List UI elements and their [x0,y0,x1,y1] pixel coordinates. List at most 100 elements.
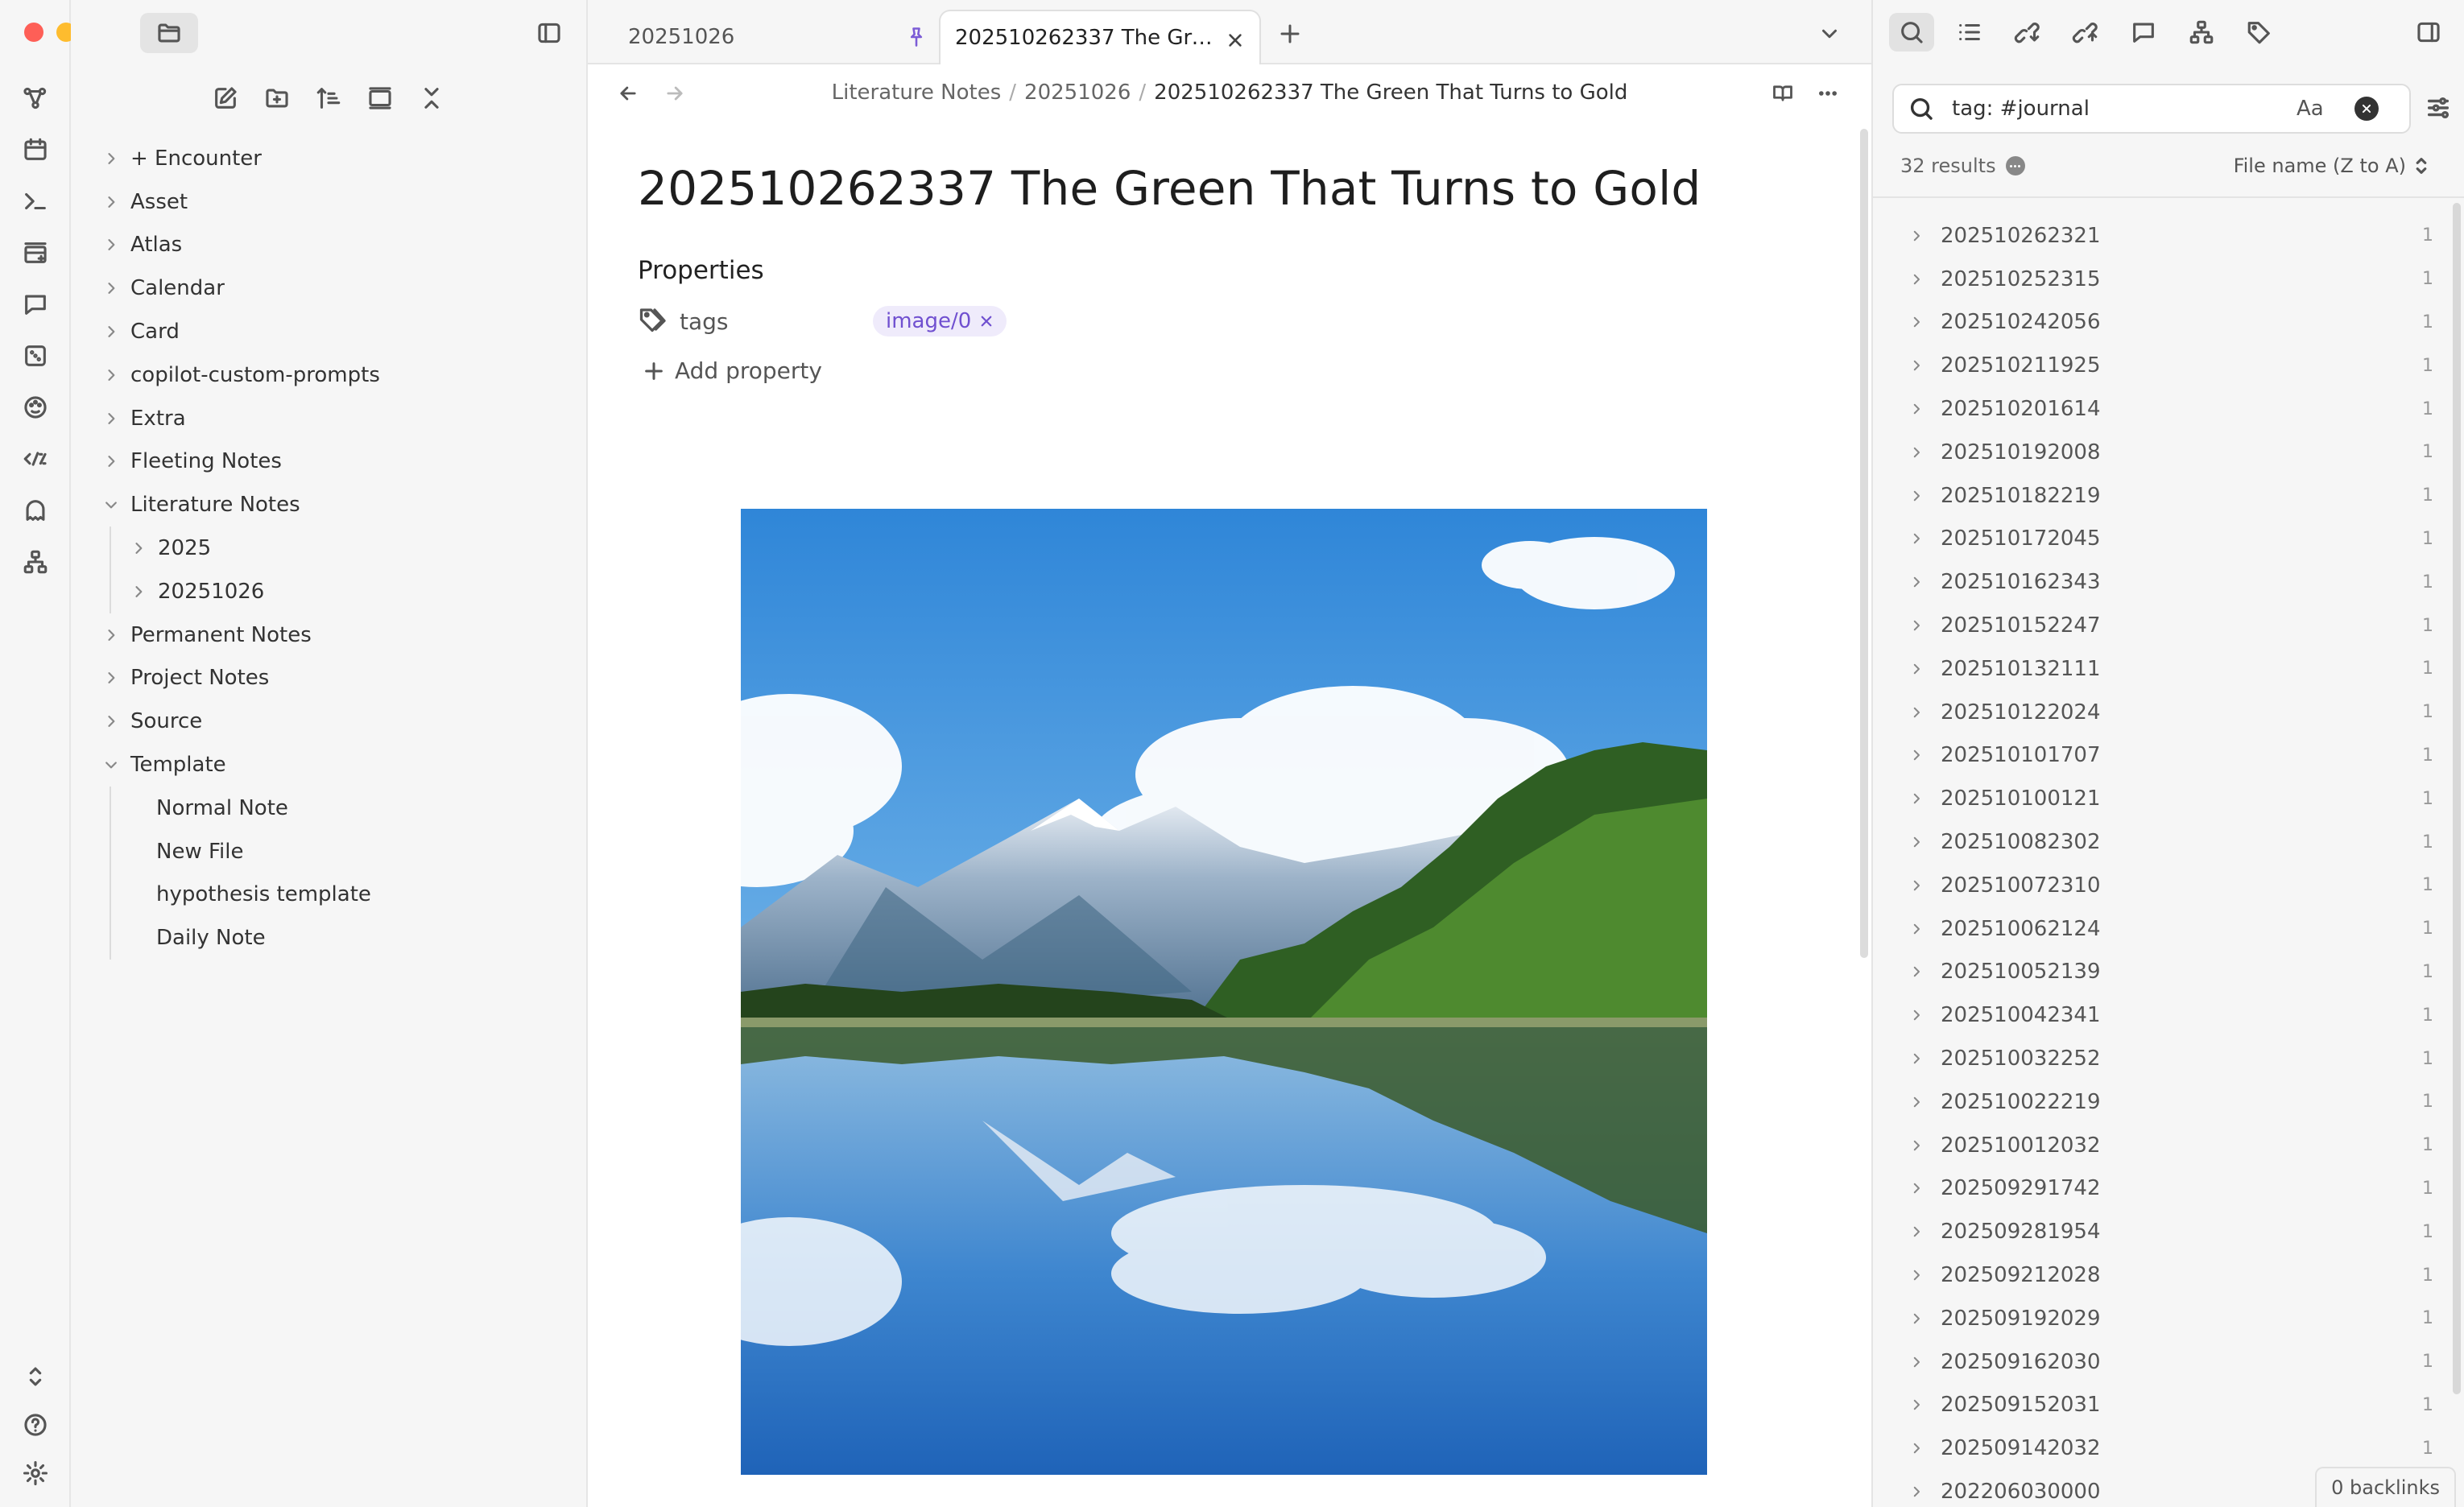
folder-item[interactable]: Literature Notes [71,483,586,526]
folder-item[interactable]: 20251026 [71,569,586,613]
search-input[interactable] [1952,97,2290,121]
outline-tab[interactable] [1947,13,1992,52]
search-result-item[interactable]: 202509291742 1 [1873,1167,2464,1211]
search-result-item[interactable]: 202510152247 1 [1873,604,2464,647]
chevron-right-icon[interactable] [1907,1395,1926,1414]
search-result-item[interactable]: 202510201614 1 [1873,387,2464,431]
file-item[interactable]: hypothesis template [71,873,586,917]
chevron-right-icon[interactable] [1907,270,1926,289]
folder-item[interactable]: Extra [71,397,586,440]
search-result-item[interactable]: 202510182219 1 [1873,474,2464,518]
chevron-right-icon[interactable] [1907,529,1926,548]
command-palette-button[interactable] [18,184,53,219]
search-result-item[interactable]: 202510042341 1 [1873,993,2464,1037]
folder-item[interactable]: Atlas [71,224,586,267]
comments-tab[interactable] [2121,13,2166,52]
chevron-right-icon[interactable] [1907,1482,1926,1501]
search-result-item[interactable]: 202510162343 1 [1873,560,2464,604]
file-item[interactable]: Normal Note [71,786,586,830]
search-result-item[interactable]: 202510082302 1 [1873,820,2464,864]
search-tab[interactable] [1889,13,1934,52]
file-item[interactable]: New File [71,829,586,873]
chevron-right-icon[interactable] [1907,486,1926,506]
more-options-button[interactable] [1810,76,1846,111]
structure-tab[interactable] [2179,13,2224,52]
auto-reveal-button[interactable] [362,79,398,118]
tags-tab[interactable] [2237,13,2282,52]
sort-order-select[interactable]: File name (Z to A) [2234,155,2429,177]
toggle-left-sidebar-button[interactable] [520,13,578,53]
note-title[interactable]: 202510262337 The Green That Turns to Gol… [638,161,1821,216]
folder-item[interactable]: Project Notes [71,657,586,700]
chevron-right-icon[interactable] [1907,659,1926,679]
breadcrumb-item[interactable]: Literature Notes [832,81,1002,105]
folder-item[interactable]: Permanent Notes [71,613,586,657]
ghost-button[interactable] [18,493,53,528]
kanban-button[interactable] [18,235,53,270]
folder-item[interactable]: Source [71,700,586,743]
templater-button[interactable] [18,441,53,477]
new-folder-button[interactable] [259,79,295,118]
tab-list-button[interactable] [1813,18,1846,50]
chevron-right-icon[interactable] [1907,1005,1926,1025]
search-result-item[interactable]: 202510172045 1 [1873,518,2464,561]
folder-item[interactable]: Calendar [71,266,586,310]
chevron-right-icon[interactable] [100,450,122,473]
search-result-item[interactable]: 202509212028 1 [1873,1253,2464,1297]
chevron-right-icon[interactable] [1907,789,1926,808]
chevron-down-icon[interactable] [100,754,122,776]
property-key[interactable]: tags [680,308,873,335]
chevron-right-icon[interactable] [1907,399,1926,419]
sitemap-button[interactable] [18,544,53,580]
chevron-right-icon[interactable] [1907,876,1926,895]
help-button[interactable] [18,1407,53,1443]
chat-button[interactable] [18,287,53,322]
chevron-right-icon[interactable] [127,580,150,603]
tag-pill[interactable]: image/0 [873,306,1007,336]
folder-item[interactable]: Template [71,743,586,787]
embedded-image[interactable] [741,509,1707,1475]
random-note-button[interactable] [18,338,53,374]
chevron-right-icon[interactable] [100,277,122,299]
close-tab-button[interactable] [1224,29,1246,52]
chevron-right-icon[interactable] [100,191,122,213]
add-property-button[interactable]: Add property [638,357,1821,384]
new-note-button[interactable] [208,79,243,118]
chevron-right-icon[interactable] [1907,443,1926,462]
match-case-button[interactable]: Aa [2297,97,2332,121]
search-result-item[interactable]: 202509192029 1 [1873,1297,2464,1340]
chevron-right-icon[interactable] [1907,832,1926,852]
chevron-right-icon[interactable] [1907,1265,1926,1285]
breadcrumb-current[interactable]: 202510262337 The Green That Turns to Gol… [1154,81,1627,105]
clear-search-button[interactable] [2354,97,2379,121]
chevron-right-icon[interactable] [100,364,122,386]
chevron-down-icon[interactable] [100,493,122,516]
chevron-right-icon[interactable] [1907,919,1926,939]
chevron-right-icon[interactable] [100,233,122,256]
editor-scrollbar[interactable] [1860,129,1868,958]
chevron-right-icon[interactable] [1907,616,1926,635]
close-window-button[interactable] [24,23,43,42]
chevron-right-icon[interactable] [1907,312,1926,332]
chevron-right-icon[interactable] [1907,1352,1926,1372]
folder-item[interactable]: + Encounter [71,137,586,180]
search-result-item[interactable]: 202510242056 1 [1873,301,2464,345]
pin-icon[interactable] [905,26,928,54]
folder-item[interactable]: copilot-custom-prompts [71,353,586,397]
search-result-item[interactable]: 202510252315 1 [1873,258,2464,301]
chevron-right-icon[interactable] [1907,572,1926,592]
file-item[interactable]: Daily Note [71,916,586,960]
search-result-item[interactable]: 202509162030 1 [1873,1340,2464,1384]
chevron-right-icon[interactable] [1907,1309,1926,1328]
chevron-right-icon[interactable] [1907,1179,1926,1198]
theme-button[interactable] [18,390,53,425]
search-result-item[interactable]: 202510101707 1 [1873,734,2464,778]
daily-note-button[interactable] [18,132,53,167]
backlinks-tab[interactable] [2063,13,2108,52]
search-settings-button[interactable] [2421,90,2456,126]
reading-view-button[interactable] [1765,76,1800,111]
search-result-item[interactable]: 202510132111 1 [1873,647,2464,691]
outgoing-links-tab[interactable] [2005,13,2050,52]
search-result-item[interactable]: 202510122024 1 [1873,691,2464,734]
results-scrollbar[interactable] [2453,203,2461,1394]
